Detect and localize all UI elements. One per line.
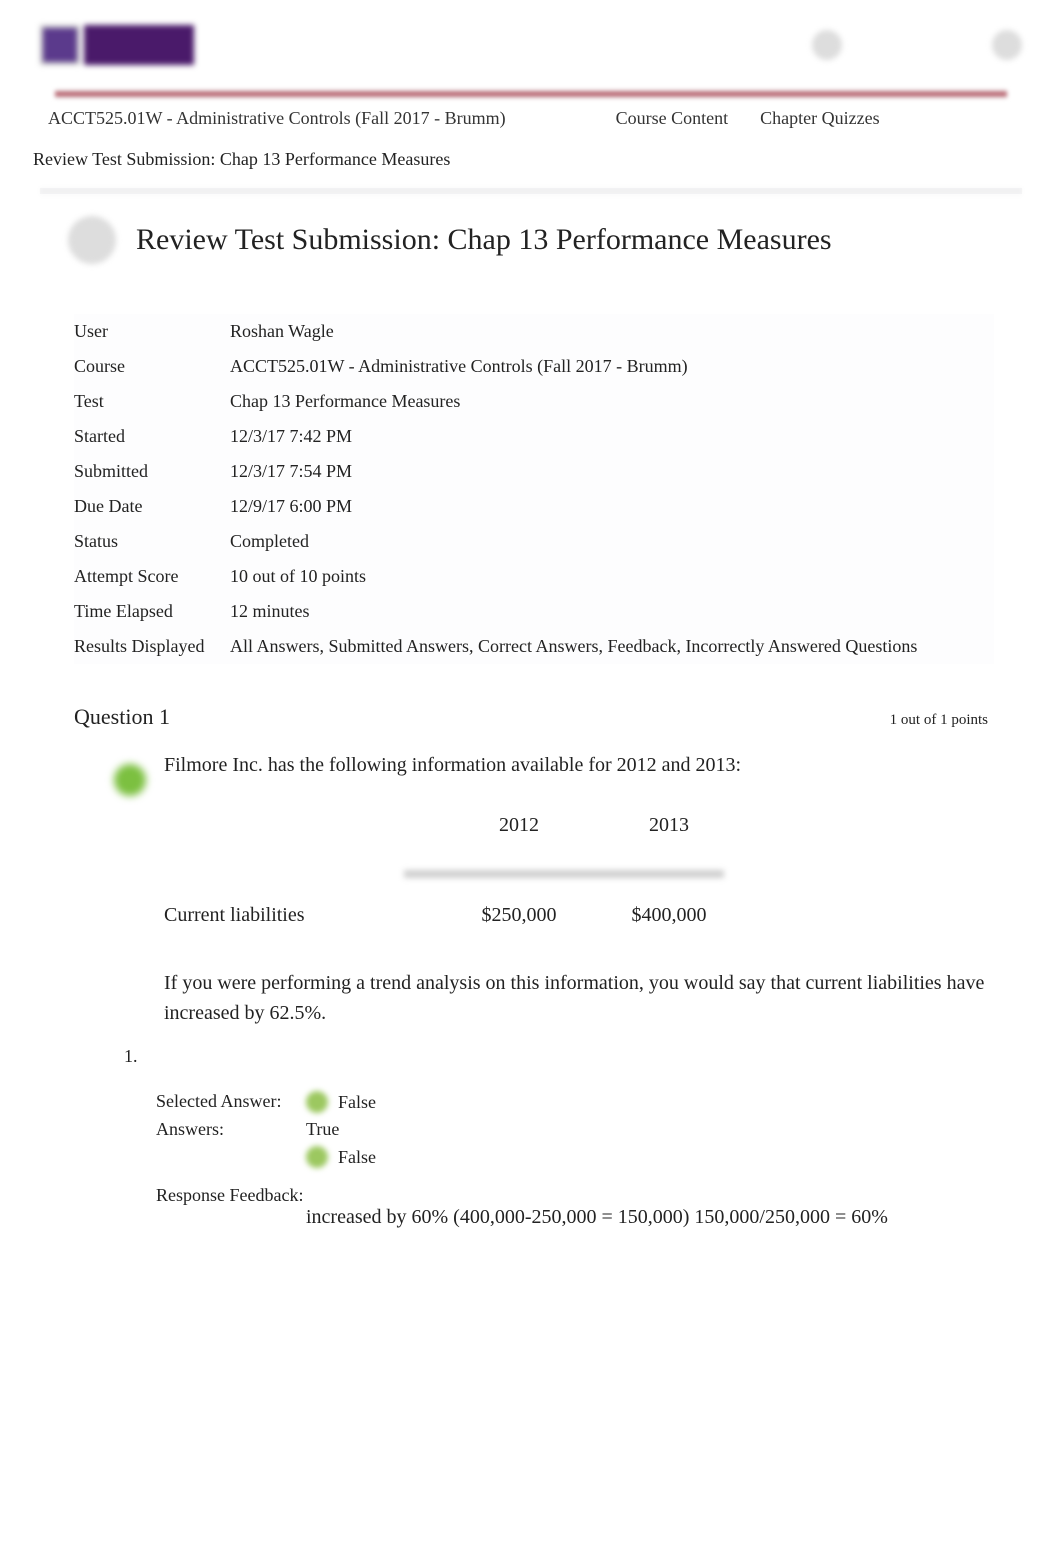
info-value: 12/3/17 7:54 PM <box>230 458 372 485</box>
table-cell-2013: $400,000 <box>594 892 744 938</box>
selected-answer-value: False <box>338 1092 376 1113</box>
info-row-course: Course ACCT525.01W - Administrative Cont… <box>74 349 994 384</box>
info-row-results: Results Displayed All Answers, Submitted… <box>74 629 994 664</box>
app-header <box>0 0 1062 90</box>
breadcrumb: ACCT525.01W - Administrative Controls (F… <box>0 98 1062 137</box>
question-text: Filmore Inc. has the following informati… <box>164 750 994 1028</box>
info-label: Status <box>74 528 230 555</box>
feedback-text: increased by 60% (400,000-250,000 = 150,… <box>306 1184 994 1232</box>
correct-icon <box>114 764 146 796</box>
info-label: User <box>74 318 230 345</box>
info-label: Course <box>74 353 230 380</box>
test-icon <box>68 216 116 264</box>
breadcrumb-course-link[interactable]: ACCT525.01W - Administrative Controls (F… <box>48 108 506 129</box>
table-cell-2012: $250,000 <box>444 892 594 938</box>
info-label: Results Displayed <box>74 633 230 660</box>
info-label: Due Date <box>74 493 230 520</box>
info-label: Started <box>74 423 230 450</box>
correct-answer-icon <box>306 1146 328 1168</box>
info-value: 12/9/17 6:00 PM <box>230 493 372 520</box>
table-row-label: Current liabilities <box>164 892 444 938</box>
info-value: ACCT525.01W - Administrative Controls (F… <box>230 353 708 380</box>
info-label: Time Elapsed <box>74 598 230 625</box>
header-user-icon[interactable] <box>992 30 1022 60</box>
info-row-score: Attempt Score 10 out of 10 points <box>74 559 994 594</box>
info-label: Submitted <box>74 458 230 485</box>
info-row-user: User Roshan Wagle <box>74 314 994 349</box>
selected-answer-label: Selected Answer: <box>156 1091 306 1113</box>
table-header-2013: 2013 <box>594 802 744 870</box>
table-divider <box>404 870 724 878</box>
info-value: All Answers, Submitted Answers, Correct … <box>230 633 937 660</box>
info-row-due: Due Date 12/9/17 6:00 PM <box>74 489 994 524</box>
question-points: 1 out of 1 points <box>890 712 988 729</box>
info-label: Test <box>74 388 230 415</box>
question-followup: If you were performing a trend analysis … <box>164 968 994 1028</box>
page-title: Review Test Submission: Chap 13 Performa… <box>136 223 832 257</box>
question-stem: Filmore Inc. has the following informati… <box>164 750 994 780</box>
submission-info-table: User Roshan Wagle Course ACCT525.01W - A… <box>74 314 994 664</box>
info-value: 12 minutes <box>230 598 330 625</box>
nav-divider <box>55 90 1007 98</box>
list-number: 1. <box>124 1046 994 1067</box>
info-value: 10 out of 10 points <box>230 563 386 590</box>
info-value: Roshan Wagle <box>230 318 354 345</box>
header-menu-icon[interactable] <box>812 30 842 60</box>
info-row-status: Status Completed <box>74 524 994 559</box>
feedback-label: Response Feedback: <box>156 1184 306 1232</box>
app-logo[interactable] <box>40 25 194 65</box>
answers-label: Answers: <box>156 1119 306 1140</box>
info-row-test: Test Chap 13 Performance Measures <box>74 384 994 419</box>
correct-answer-icon <box>306 1091 328 1113</box>
info-row-submitted: Submitted 12/3/17 7:54 PM <box>74 454 994 489</box>
breadcrumb-content-link[interactable]: Course Content <box>616 108 729 129</box>
question-data-table: 2012 2013 Current liabilities $250,000 $… <box>164 802 994 938</box>
answer-option-true: True <box>306 1119 339 1140</box>
content-panel: Review Test Submission: Chap 13 Performa… <box>40 188 1022 1232</box>
info-row-started: Started 12/3/17 7:42 PM <box>74 419 994 454</box>
question-block: Question 1 1 out of 1 points Filmore Inc… <box>74 704 994 1232</box>
info-value: Completed <box>230 528 329 555</box>
page-subtitle: Review Test Submission: Chap 13 Performa… <box>0 137 1062 180</box>
table-header-2012: 2012 <box>444 802 594 870</box>
answer-option-false: False <box>338 1147 376 1168</box>
question-title: Question 1 <box>74 704 170 730</box>
answer-block: Selected Answer: False Answers: True Fal… <box>156 1091 994 1232</box>
info-row-elapsed: Time Elapsed 12 minutes <box>74 594 994 629</box>
info-value: 12/3/17 7:42 PM <box>230 423 372 450</box>
breadcrumb-quizzes-link[interactable]: Chapter Quizzes <box>760 108 879 129</box>
info-label: Attempt Score <box>74 563 230 590</box>
info-value: Chap 13 Performance Measures <box>230 388 480 415</box>
